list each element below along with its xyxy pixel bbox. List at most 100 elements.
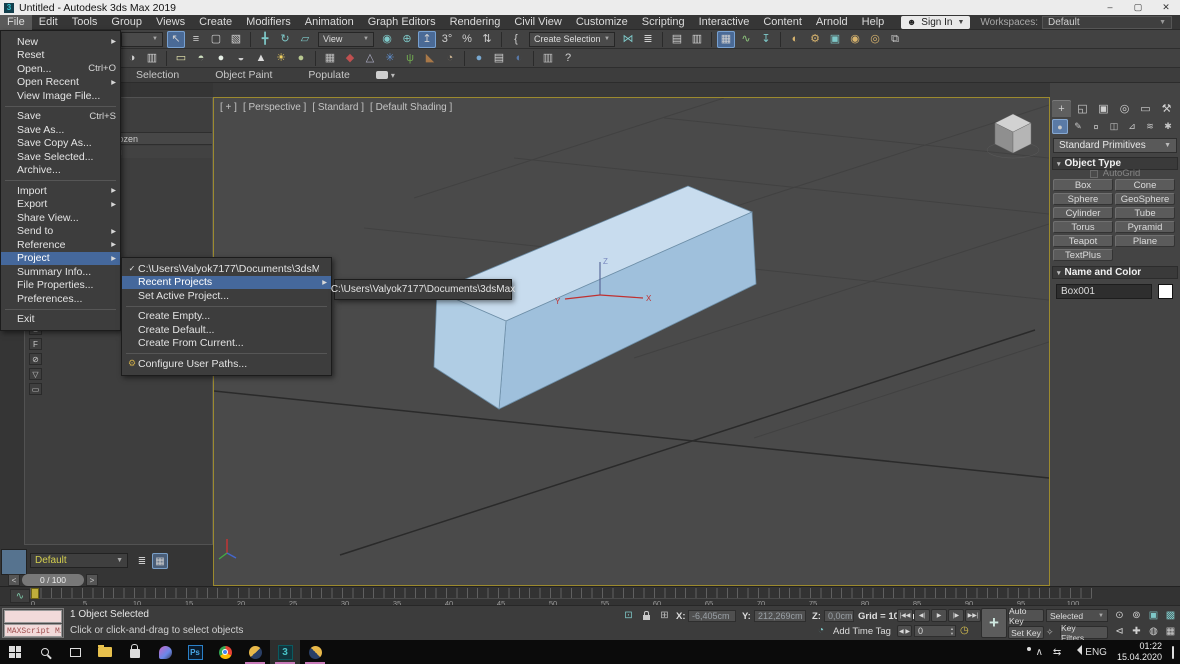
flower-icon[interactable]: ✳	[381, 50, 399, 67]
timeline-ruler[interactable]	[30, 588, 1092, 599]
maximize-viewport-toggle-button[interactable]: ▦	[1163, 625, 1178, 638]
sequence-icon[interactable]: ▥	[143, 50, 161, 67]
hidden-icons-chevron[interactable]: ∧	[1036, 647, 1043, 658]
auto-key-button[interactable]: Auto Key	[1008, 609, 1044, 622]
dome-primitive-icon[interactable]: ◓	[192, 50, 210, 67]
maxscript-output-field[interactable]: MAXScript Mi	[4, 624, 62, 637]
menu-group[interactable]: Group	[104, 15, 149, 30]
category-geometry[interactable]: ●	[1052, 119, 1068, 134]
close-button[interactable]: ✕	[1152, 0, 1180, 15]
object-name-field[interactable]: Box001	[1056, 284, 1152, 299]
file-menu-item-export[interactable]: Export▸	[1, 198, 120, 212]
fox-icon[interactable]: ◣	[421, 50, 439, 67]
primitive-button-textplus[interactable]: TextPlus	[1053, 249, 1113, 261]
sphere-primitive-icon[interactable]: ●	[212, 50, 230, 67]
rectangular-selection-region-button[interactable]: ▢	[207, 31, 225, 48]
primitive-button-tube[interactable]: Tube	[1115, 207, 1175, 219]
select-and-move-button[interactable]: ╋	[256, 31, 274, 48]
snaps-toggle-button[interactable]: ↥	[418, 31, 436, 48]
primitive-button-pyramid[interactable]: Pyramid	[1115, 221, 1175, 233]
3dsmax-taskbar-button[interactable]: 3	[270, 640, 300, 664]
selection-filter-combo[interactable]: ▼	[121, 32, 163, 47]
select-by-name-button[interactable]: ≡	[187, 31, 205, 48]
category-systems[interactable]: ✱	[1160, 119, 1176, 134]
store-button[interactable]	[120, 640, 150, 664]
render-setup-button[interactable]: ⚙	[806, 31, 824, 48]
toggle-scene-explorer-button[interactable]: ▥	[688, 31, 706, 48]
file-menu-item-view-image-file[interactable]: View Image File...	[1, 89, 120, 103]
primitive-button-box[interactable]: Box	[1053, 179, 1113, 191]
select-object-button[interactable]: ↖	[167, 31, 185, 48]
menu-scripting[interactable]: Scripting	[635, 15, 692, 30]
file-menu-item-save-copy-as[interactable]: Save Copy As...	[1, 137, 120, 151]
angle-snap-toggle-button[interactable]: 3°	[438, 31, 456, 48]
go-to-end-button[interactable]: ▶▶|	[965, 609, 981, 622]
zoom-all-button[interactable]: ⊚	[1129, 609, 1144, 622]
y-coordinate-field[interactable]: 212,269cm	[754, 610, 806, 622]
ribbon-tab-object-paint[interactable]: Object Paint	[197, 69, 290, 81]
play-button[interactable]: ▶	[931, 609, 947, 622]
category-lights[interactable]: ¤	[1088, 119, 1104, 134]
key-filters-icon[interactable]: ✧	[1046, 627, 1054, 638]
file-menu-item-new[interactable]: New▸	[1, 35, 120, 49]
frozen-toggle-icon[interactable]: F	[29, 338, 42, 350]
align-button[interactable]: ≣	[639, 31, 657, 48]
clipboard-icon[interactable]: ▤	[490, 50, 508, 67]
set-keys-button[interactable]: +	[981, 608, 1007, 638]
ribbon-config-icon[interactable]: ▾	[376, 71, 395, 80]
project-submenu-item-recent-projects[interactable]: Recent Projects▸	[122, 276, 331, 290]
tab-modify[interactable]: ◱	[1073, 100, 1092, 117]
key-step-toggle[interactable]: ◀ ▶	[897, 625, 912, 637]
recent-project-path[interactable]: C:\Users\Valyok7177\Documents\3dsMax	[331, 284, 515, 295]
menu-create[interactable]: Create	[192, 15, 239, 30]
menu-animation[interactable]: Animation	[298, 15, 361, 30]
time-slider-marker[interactable]	[31, 588, 39, 599]
primitive-button-geosphere[interactable]: GeoSphere	[1115, 193, 1175, 205]
primitive-button-teapot[interactable]: Teapot	[1053, 235, 1113, 247]
geosphere-icon[interactable]: ●	[292, 50, 310, 67]
tab-hierarchy[interactable]: ▣	[1094, 100, 1113, 117]
project-submenu-item-create-empty[interactable]: Create Empty...	[122, 310, 331, 324]
file-menu-item-exit[interactable]: Exit	[1, 313, 120, 327]
dark-sphere-icon[interactable]: ◐	[510, 50, 528, 67]
project-submenu-item-set-active-project[interactable]: Set Active Project...	[122, 289, 331, 303]
tray-arrows-icon[interactable]: ⇆	[1053, 647, 1061, 658]
menu-customize[interactable]: Customize	[569, 15, 635, 30]
previous-frame-arrow-button[interactable]: <	[8, 574, 20, 586]
primitive-button-cone[interactable]: Cone	[1115, 179, 1175, 191]
maxscript-mini-listener[interactable]: MAXScript Mi	[2, 608, 64, 638]
named-selection-sets-combo[interactable]: Create Selection Se▼	[529, 32, 615, 47]
render-production-button[interactable]: ◉	[846, 31, 864, 48]
teapot-primitive-icon[interactable]: ◒	[232, 50, 250, 67]
filter-funnel-side-icon[interactable]: ▽	[29, 368, 42, 380]
file-menu-item-open[interactable]: Open...Ctrl+O	[1, 62, 120, 76]
next-frame-arrow-button[interactable]: >	[86, 574, 98, 586]
crossing-selection-button[interactable]: ▧	[227, 31, 245, 48]
zoom-extents-all-button[interactable]: ▩	[1163, 609, 1178, 622]
category-helpers[interactable]: ⊿	[1124, 119, 1140, 134]
minimize-button[interactable]: –	[1096, 0, 1124, 15]
autogrid-checkbox[interactable]	[1090, 170, 1098, 178]
project-submenu-item-create-default[interactable]: Create Default...	[122, 323, 331, 337]
menu-interactive[interactable]: Interactive	[692, 15, 757, 30]
menu-rendering[interactable]: Rendering	[443, 15, 508, 30]
state-sets-button[interactable]: ⧉	[886, 31, 904, 48]
key-selection-combo[interactable]: Selected ▼	[1046, 609, 1108, 622]
zoom-button[interactable]: ⊙	[1112, 609, 1127, 622]
category-cameras[interactable]: ◫	[1106, 119, 1122, 134]
previous-frame-button[interactable]: ◀|	[914, 609, 930, 622]
help-icon[interactable]: ?	[559, 50, 577, 67]
ribbon-tab-populate[interactable]: Populate	[290, 69, 367, 81]
frame-spinner[interactable]: ▲▼	[948, 625, 956, 637]
primitive-button-plane[interactable]: Plane	[1115, 235, 1175, 247]
file-menu-item-summary-info[interactable]: Summary Info...	[1, 265, 120, 279]
blue-sphere-icon[interactable]: ●	[470, 50, 488, 67]
schematic-view-button[interactable]: ↧	[757, 31, 775, 48]
primitive-button-torus[interactable]: Torus	[1053, 221, 1113, 233]
app-roundel2-button[interactable]	[300, 640, 330, 664]
primitive-button-cylinder[interactable]: Cylinder	[1053, 207, 1113, 219]
app-roundel-button[interactable]	[240, 640, 270, 664]
field-of-view-button[interactable]: ⊲	[1112, 625, 1127, 638]
tab-motion[interactable]: ◎	[1115, 100, 1134, 117]
file-menu-item-send-to[interactable]: Send to▸	[1, 225, 120, 239]
